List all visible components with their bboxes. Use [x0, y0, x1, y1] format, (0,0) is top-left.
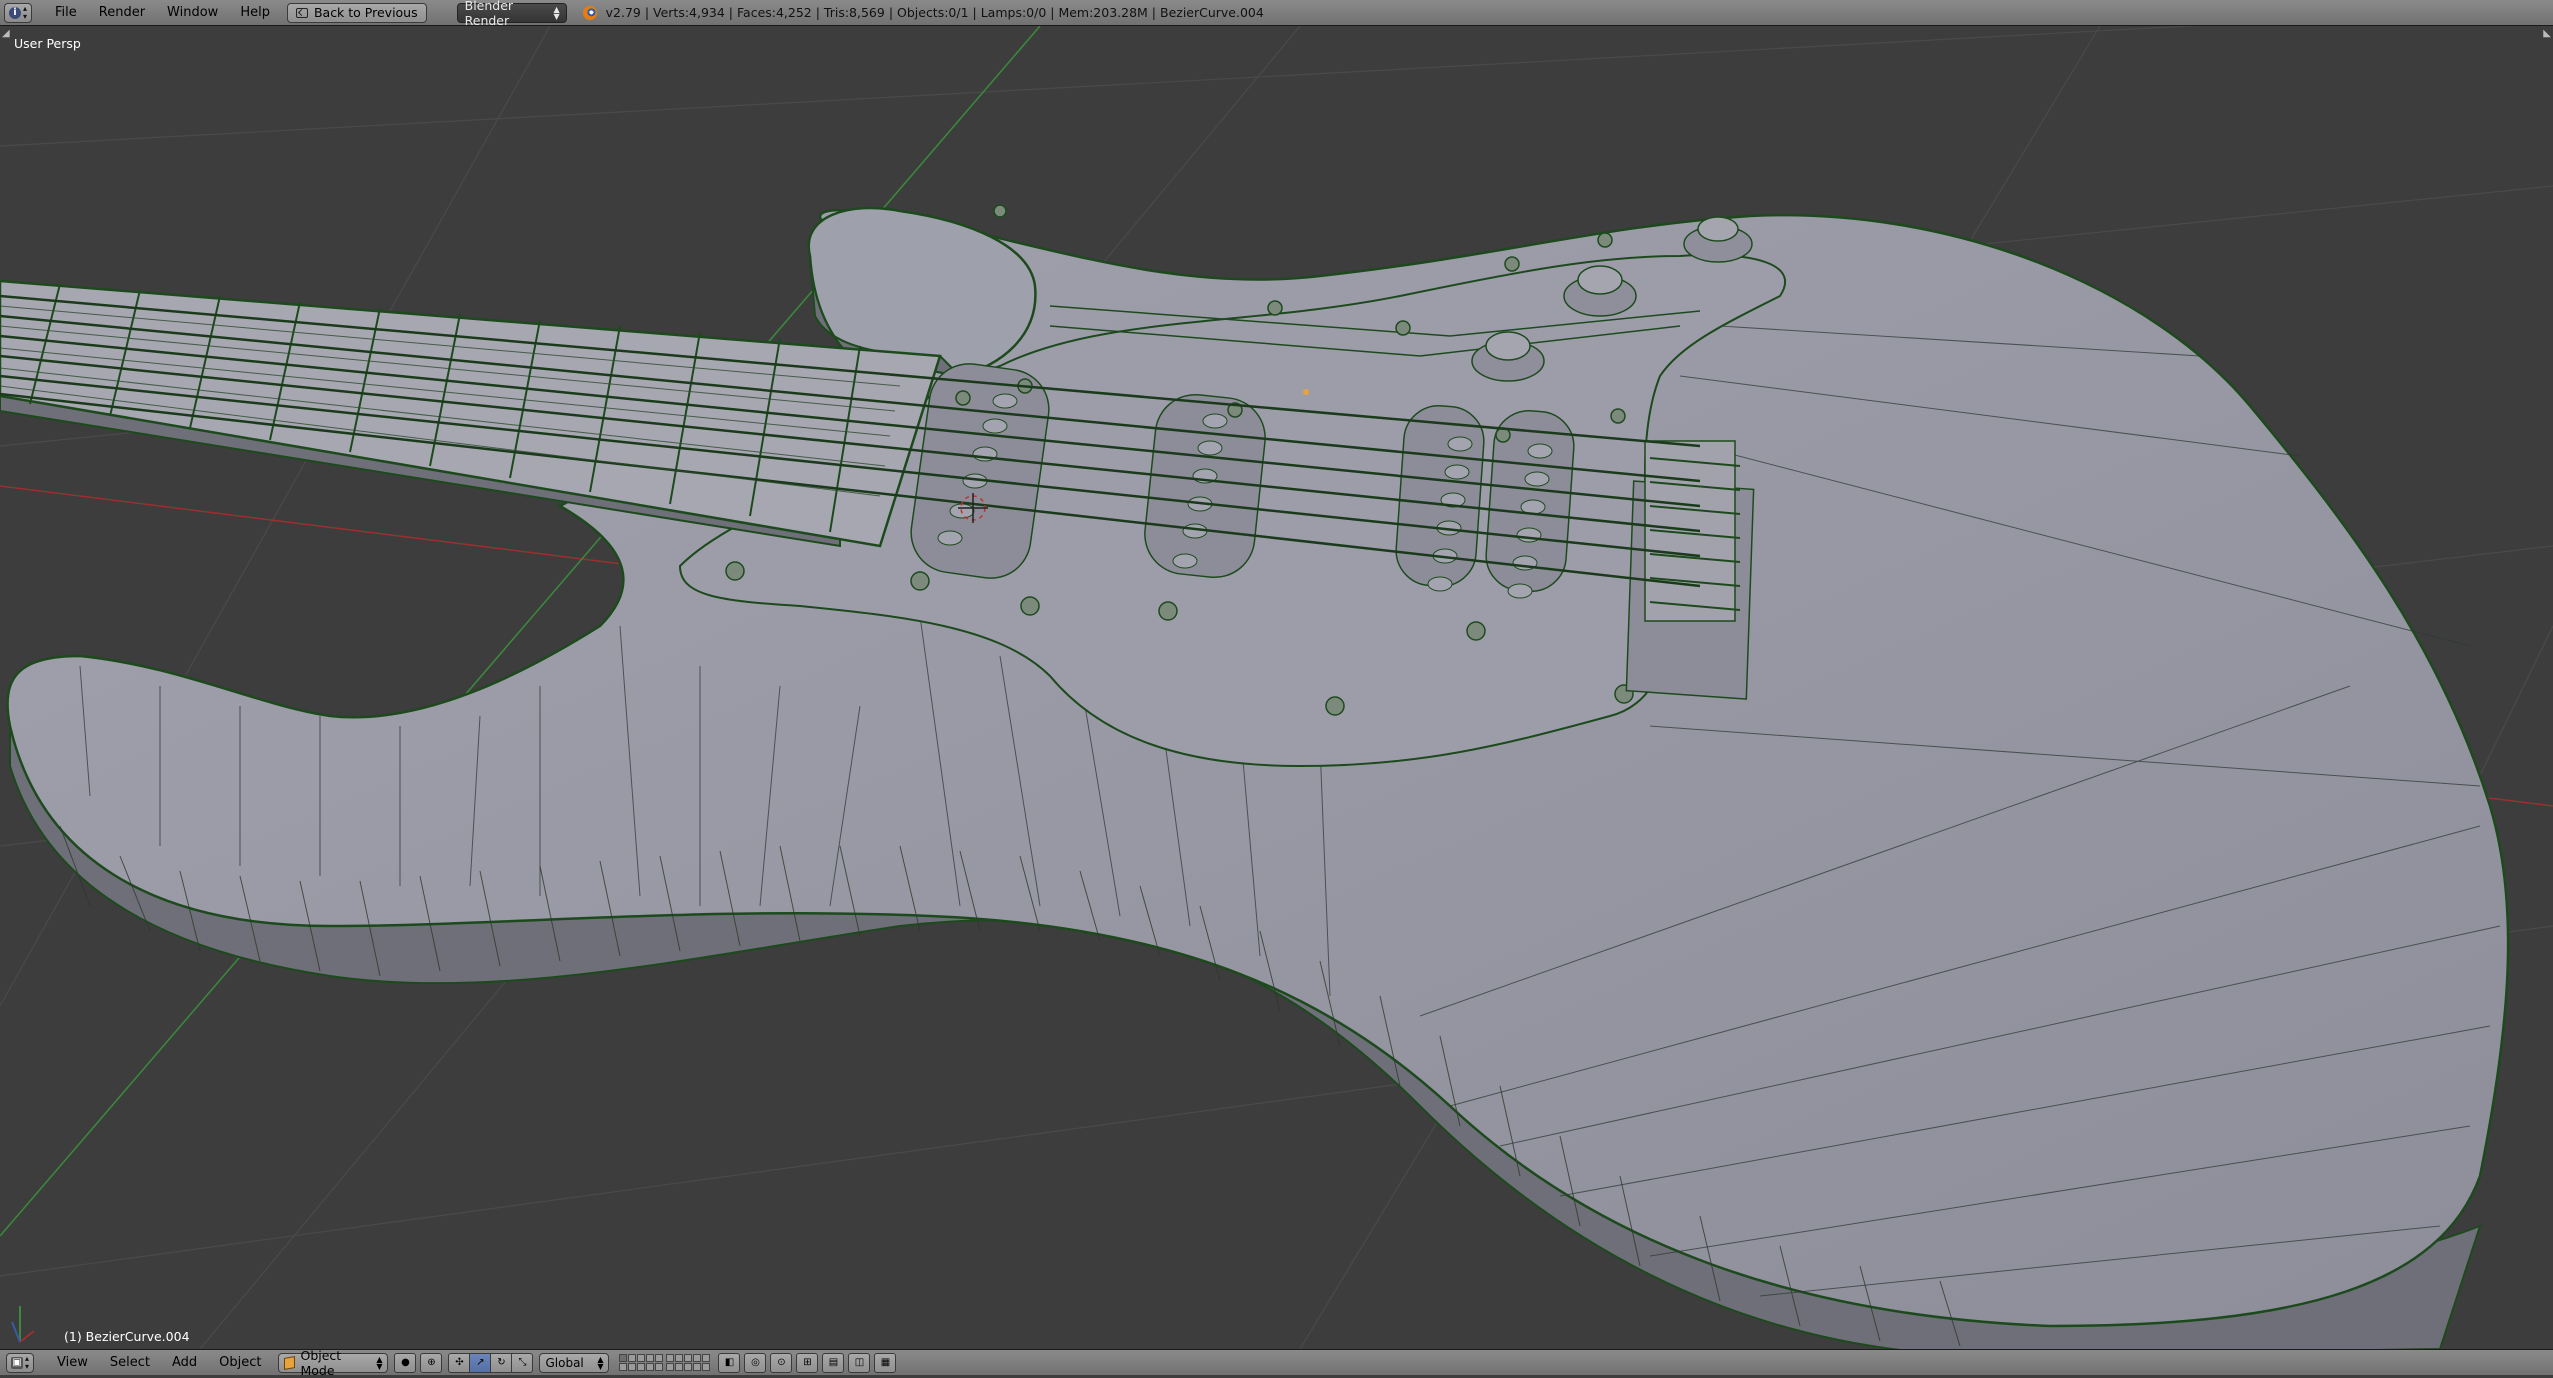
layer-20[interactable]: [702, 1363, 711, 1371]
scale-icon: ⤡: [518, 1357, 527, 1368]
layer-9[interactable]: [693, 1354, 702, 1362]
layer-6[interactable]: [666, 1354, 675, 1362]
rotate-icon: ↻: [497, 1357, 506, 1368]
mode-label: Object Mode: [300, 1347, 342, 1378]
menu-select[interactable]: Select: [99, 1350, 161, 1376]
menu-window[interactable]: Window: [156, 0, 229, 26]
info-header: i ▴ ▾ File Render Window Help Back to Pre…: [0, 0, 2553, 28]
manipulator-toggle-icon: ✣: [455, 1357, 464, 1368]
cube-icon: [284, 1355, 296, 1370]
back-to-previous-label: Back to Previous: [313, 5, 418, 20]
opengl-render-icon: ◫: [854, 1357, 865, 1368]
updown-arrows-icon: ▲ ▼: [597, 1354, 604, 1371]
scene-lock-icon: ◧: [724, 1357, 735, 1368]
layer-7[interactable]: [675, 1354, 684, 1362]
layer-block-1: [619, 1354, 664, 1371]
layer-11[interactable]: [619, 1363, 628, 1371]
view3d-menu: View Select Add Object: [46, 1350, 272, 1376]
snap-button[interactable]: ⊙: [770, 1352, 793, 1373]
back-icon: [295, 7, 308, 18]
transform-orientation-select[interactable]: Global ▲ ▼: [539, 1352, 610, 1373]
back-to-previous-button[interactable]: Back to Previous: [286, 2, 427, 23]
layer-15[interactable]: [655, 1363, 664, 1371]
editor-type-button[interactable]: i ▴ ▾: [4, 2, 32, 23]
rotate-manipulator-button[interactable]: ↻: [490, 1352, 513, 1373]
layer-10[interactable]: [702, 1354, 711, 1362]
updown-arrows-icon: ▲ ▼: [553, 4, 560, 21]
menu-render[interactable]: Render: [88, 0, 156, 26]
updown-arrows-icon: ▴ ▾: [24, 1353, 29, 1371]
layer-14[interactable]: [646, 1363, 655, 1371]
pivot-icon: ⊕: [427, 1357, 436, 1368]
view-label: User Persp: [14, 36, 81, 51]
interaction-mode-select[interactable]: Object Mode ▲ ▼: [278, 1348, 389, 1378]
proportional-icon: ◎: [751, 1357, 760, 1368]
layer-block-2: [666, 1354, 711, 1371]
view3d-icon: ▣: [10, 1356, 23, 1369]
fretboard: [0, 279, 942, 548]
menu-add[interactable]: Add: [161, 1350, 208, 1376]
opengl-anim-icon: ▦: [880, 1357, 891, 1368]
manipulator-group: ✣ ↗ ↻ ⤡: [448, 1352, 534, 1373]
viewport-canvas: [0, 26, 2553, 1349]
layer-1[interactable]: [619, 1354, 628, 1362]
info-icon: i: [8, 6, 21, 19]
orientation-label: Global: [545, 1355, 584, 1370]
manipulator-toggle-button[interactable]: ✣: [448, 1352, 471, 1373]
menu-help[interactable]: Help: [229, 0, 281, 26]
3d-viewport[interactable]: User Persp (1) BezierCurve.004 ◢ ◣: [0, 26, 2553, 1349]
corner-resize-handle-left[interactable]: ◢: [2, 28, 10, 39]
layer-3[interactable]: [637, 1354, 646, 1362]
layer-19[interactable]: [693, 1363, 702, 1371]
menu-view[interactable]: View: [46, 1350, 99, 1376]
layer-4[interactable]: [646, 1354, 655, 1362]
lock-layers-button[interactable]: ◧: [718, 1352, 741, 1373]
pivot-point-button[interactable]: ⊕: [420, 1352, 443, 1373]
updown-arrows-icon: ▴ ▾: [22, 3, 27, 21]
layer-13[interactable]: [637, 1363, 646, 1371]
layer-2[interactable]: [628, 1354, 637, 1362]
view3d-header: ▣ ▴ ▾ View Select Add Object Object Mode …: [0, 1348, 2553, 1378]
layer-17[interactable]: [675, 1363, 684, 1371]
snap-element-button[interactable]: ⊞: [796, 1352, 819, 1373]
proportional-edit-button[interactable]: ◎: [744, 1352, 767, 1373]
opengl-render-button[interactable]: ◫: [848, 1352, 871, 1373]
opengl-anim-button[interactable]: ▦: [874, 1352, 897, 1373]
axis-gizmo: [11, 1306, 35, 1343]
render-engine-label: Blender Render: [464, 0, 514, 28]
render-preview-button[interactable]: ▤: [822, 1352, 845, 1373]
menu-object[interactable]: Object: [208, 1350, 272, 1376]
render-preview-icon: ▤: [828, 1357, 839, 1368]
corner-resize-handle-right[interactable]: ◣: [2543, 28, 2551, 39]
object-origin: [1303, 389, 1309, 395]
layer-12[interactable]: [628, 1363, 637, 1371]
layer-selector: [619, 1354, 712, 1371]
translate-manipulator-button[interactable]: ↗: [469, 1352, 492, 1373]
editor-type-button[interactable]: ▣ ▴ ▾: [6, 1352, 34, 1373]
active-object-label: (1) BezierCurve.004: [64, 1329, 190, 1344]
updown-arrows-icon: ▲ ▼: [376, 1354, 383, 1371]
viewport-shading-button[interactable]: ●: [394, 1352, 417, 1373]
layer-16[interactable]: [666, 1363, 675, 1371]
layer-8[interactable]: [684, 1354, 693, 1362]
snap-icon: ⊙: [777, 1357, 786, 1368]
layer-5[interactable]: [655, 1354, 664, 1362]
scene-stats: v2.79 | Verts:4,934 | Faces:4,252 | Tris…: [605, 5, 1264, 20]
layer-18[interactable]: [684, 1363, 693, 1371]
info-menu: File Render Window Help: [44, 0, 281, 26]
blender-logo-icon: [582, 5, 597, 20]
render-engine-select[interactable]: Blender Render ▲ ▼: [456, 0, 567, 28]
solid-sphere-icon: ●: [401, 1357, 410, 1368]
translate-icon: ↗: [476, 1357, 485, 1368]
scale-manipulator-button[interactable]: ⤡: [511, 1352, 534, 1373]
snap-element-icon: ⊞: [803, 1357, 812, 1368]
menu-file[interactable]: File: [44, 0, 88, 26]
